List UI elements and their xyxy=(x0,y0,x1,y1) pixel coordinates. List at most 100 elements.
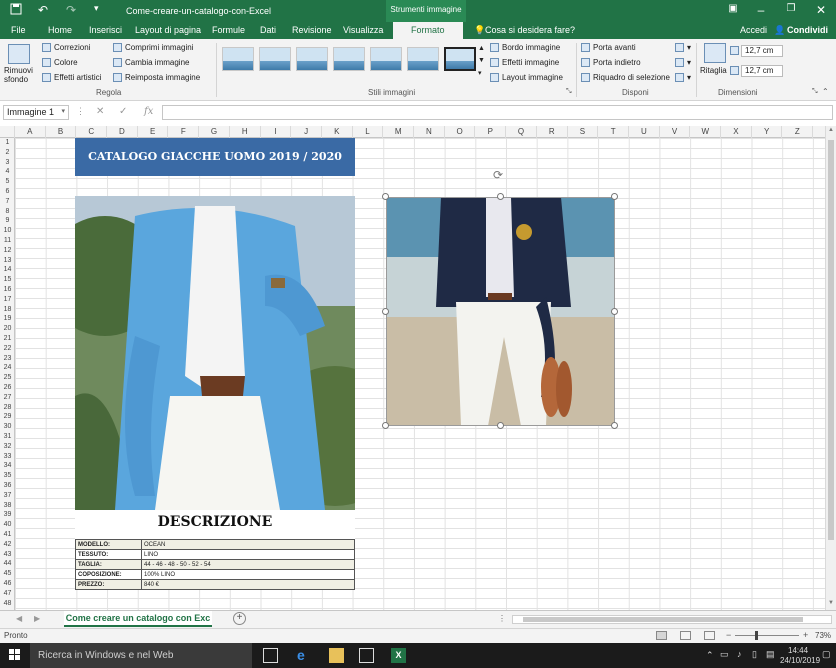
task-view-icon[interactable] xyxy=(263,648,278,663)
enter-icon[interactable]: ✓ xyxy=(119,106,127,117)
show-hidden-icons-icon[interactable]: ⌃ xyxy=(706,650,714,661)
page-layout-view-icon[interactable] xyxy=(680,631,691,640)
column-header[interactable]: O xyxy=(445,126,476,138)
resize-handle-ne[interactable] xyxy=(611,193,618,200)
tell-me-input[interactable]: Cosa si desidera fare? xyxy=(485,25,575,35)
row-header[interactable]: 47 xyxy=(0,589,15,599)
column-header[interactable]: E xyxy=(138,126,169,138)
row-header[interactable]: 13 xyxy=(0,256,15,266)
column-header[interactable]: K xyxy=(322,126,353,138)
row-header[interactable]: 21 xyxy=(0,334,15,344)
column-header[interactable]: N xyxy=(414,126,445,138)
resize-handle-nw[interactable] xyxy=(382,193,389,200)
chevron-down-icon[interactable]: ▾ xyxy=(61,107,65,115)
resize-handle-sw[interactable] xyxy=(382,422,389,429)
spec-value[interactable]: 44 - 46 - 48 - 50 - 52 - 54 xyxy=(141,559,355,570)
row-header[interactable]: 38 xyxy=(0,501,15,511)
effetti-immagine-button[interactable]: Effetti immagine xyxy=(490,58,559,67)
rotate-handle-icon[interactable]: ⟳ xyxy=(493,168,503,182)
row-header[interactable]: 8 xyxy=(0,207,15,217)
picture-style-6[interactable] xyxy=(407,47,439,71)
layout-immagine-button[interactable]: Layout immagine xyxy=(490,73,563,82)
row-header[interactable]: 4 xyxy=(0,167,15,177)
row-header[interactable]: 15 xyxy=(0,275,15,285)
column-header[interactable]: J xyxy=(291,126,322,138)
porta-indietro-button[interactable]: Porta indietro xyxy=(581,58,641,67)
row-header[interactable]: 3 xyxy=(0,158,15,168)
column-header[interactable]: G xyxy=(199,126,230,138)
comprimi-immagini-button[interactable]: Comprimi immagini xyxy=(113,43,193,52)
row-header[interactable]: 36 xyxy=(0,481,15,491)
minimize-icon[interactable]: – xyxy=(746,3,776,17)
row-header[interactable]: 37 xyxy=(0,491,15,501)
name-box[interactable]: Immagine 1 ▾ xyxy=(3,105,69,120)
restore-icon[interactable]: ❐ xyxy=(776,3,806,14)
remove-background-icon[interactable] xyxy=(8,44,30,64)
picture-style-5[interactable] xyxy=(370,47,402,71)
row-header[interactable]: 16 xyxy=(0,285,15,295)
select-all-corner[interactable] xyxy=(0,126,15,138)
resize-handle-e[interactable] xyxy=(611,308,618,315)
spec-label[interactable]: MODELLO: xyxy=(75,539,142,550)
row-header[interactable]: 43 xyxy=(0,550,15,560)
spec-value[interactable]: 100% LINO xyxy=(141,569,355,580)
add-sheet-icon[interactable]: + xyxy=(233,612,246,625)
tab-home[interactable]: Home xyxy=(48,25,72,35)
spec-value[interactable]: LINO xyxy=(141,549,355,560)
row-header[interactable]: 48 xyxy=(0,599,15,609)
row-header[interactable]: 35 xyxy=(0,471,15,481)
resize-handle-s[interactable] xyxy=(497,422,504,429)
tab-inserisci[interactable]: Inserisci xyxy=(89,25,122,35)
remove-background-button[interactable]: Rimuovi sfondo xyxy=(4,66,34,84)
row-header[interactable]: 30 xyxy=(0,422,15,432)
row-header[interactable]: 1 xyxy=(0,138,15,148)
picture-style-1[interactable] xyxy=(222,47,254,71)
zoom-out-icon[interactable]: − xyxy=(726,630,731,640)
row-header[interactable]: 19 xyxy=(0,314,15,324)
undo-icon[interactable]: ↶ xyxy=(38,3,48,17)
next-sheet-icon[interactable]: ▶ xyxy=(34,614,40,623)
spec-label[interactable]: COPOSIZIONE: xyxy=(75,569,142,580)
row-header[interactable]: 27 xyxy=(0,393,15,403)
close-icon[interactable]: ✕ xyxy=(806,3,836,17)
rotate-icon[interactable]: ▾ xyxy=(675,73,691,82)
horizontal-scrollbar[interactable] xyxy=(512,615,832,624)
tab-file[interactable]: File xyxy=(11,25,26,35)
collapse-ribbon-icon[interactable]: ⌃ xyxy=(822,87,829,96)
resize-handle-se[interactable] xyxy=(611,422,618,429)
column-header[interactable]: M xyxy=(383,126,415,138)
row-header[interactable]: 40 xyxy=(0,520,15,530)
column-header[interactable]: R xyxy=(537,126,568,138)
spec-label[interactable]: TESSUTO: xyxy=(75,549,142,560)
ribbon-options-icon[interactable]: ▣ xyxy=(718,3,748,14)
row-header[interactable]: 24 xyxy=(0,363,15,373)
column-header[interactable]: I xyxy=(261,126,292,138)
spec-value[interactable]: OCEAN xyxy=(141,539,355,550)
clock-date[interactable]: 24/10/2019 xyxy=(780,656,820,665)
crop-icon[interactable] xyxy=(704,43,726,63)
row-header[interactable]: 46 xyxy=(0,579,15,589)
column-header[interactable]: H xyxy=(230,126,261,138)
redo-icon[interactable]: ↷ xyxy=(66,3,76,17)
column-header[interactable]: U xyxy=(629,126,660,138)
column-header[interactable]: Q xyxy=(506,126,537,138)
zoom-slider[interactable] xyxy=(735,631,799,640)
gallery-more-icon[interactable]: ▾ xyxy=(478,69,482,77)
worksheet-grid[interactable]: CATALOGO GIACCHE UOMO 2019 / 2020 ⟳ DESC… xyxy=(15,138,825,610)
zoom-slider-knob[interactable] xyxy=(755,631,758,640)
resize-handle-w[interactable] xyxy=(382,308,389,315)
row-header[interactable]: 25 xyxy=(0,373,15,383)
group-icon[interactable]: ▾ xyxy=(675,58,691,67)
width-input[interactable]: 12,7 cm xyxy=(741,65,783,77)
tab-formato[interactable]: Formato xyxy=(393,22,463,39)
battery-icon[interactable]: ▯ xyxy=(752,649,757,660)
scroll-up-icon[interactable]: ▲ xyxy=(828,127,834,133)
clock-time[interactable]: 14:44 xyxy=(788,646,808,655)
cambia-immagine-button[interactable]: Cambia immagine xyxy=(113,58,189,67)
row-header[interactable]: 29 xyxy=(0,412,15,422)
function-icon[interactable]: fx xyxy=(144,106,153,117)
cancel-icon[interactable]: ✕ xyxy=(96,106,104,117)
ritaglia-button[interactable]: Ritaglia xyxy=(700,66,727,75)
edge-icon[interactable]: e xyxy=(297,648,312,663)
column-header[interactable]: S xyxy=(568,126,599,138)
